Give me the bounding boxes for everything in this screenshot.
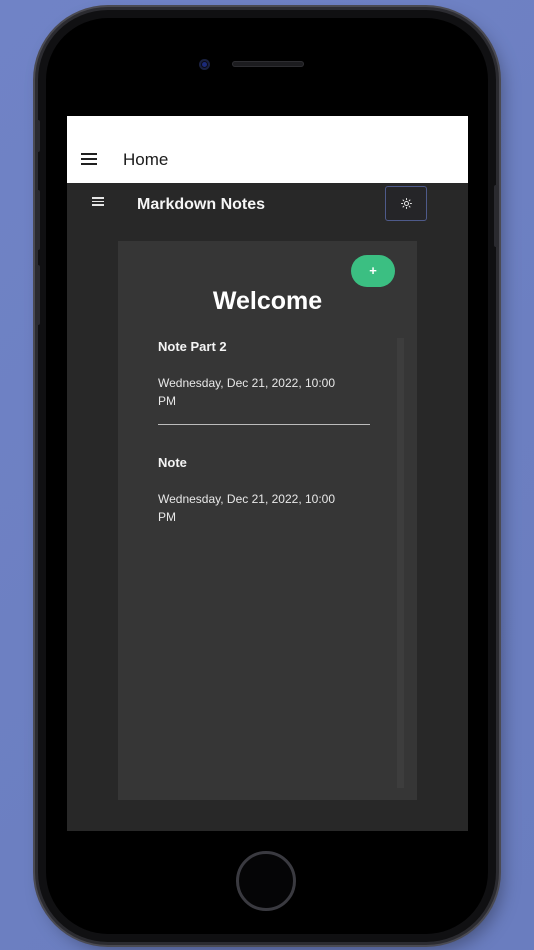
volume-down-button [35,265,40,325]
sidebar-menu-icon[interactable] [92,197,104,206]
app-title: Markdown Notes [137,196,266,213]
note-date: Wednesday, Dec 21, 2022, 10:00 PM [158,376,336,408]
note-title: Note Part 2 [158,339,227,354]
add-note-button[interactable]: + [351,255,395,287]
front-camera [199,59,210,70]
earpiece-speaker [232,61,304,67]
hamburger-menu-icon[interactable] [81,153,97,165]
mute-switch [35,120,40,152]
volume-up-button [35,190,40,250]
scrollbar[interactable] [397,338,404,788]
notes-header: Markdown Notes [67,183,468,235]
power-button [494,185,499,247]
app-bar: Home [67,116,468,183]
note-date: Wednesday, Dec 21, 2022, 10:00 PM [158,492,336,524]
app-screen: Home Markdown Notes + Welcome Note Part … [67,116,468,831]
notes-panel: + Welcome Note Part 2 Wednesday, Dec 21,… [118,241,417,800]
list-item[interactable]: Note Wednesday, Dec 21, 2022, 10:00 PM [158,455,370,526]
theme-toggle-button[interactable] [385,186,427,221]
welcome-heading: Welcome [212,287,323,315]
divider [158,424,370,425]
sun-icon [401,198,412,209]
note-list: Note Part 2 Wednesday, Dec 21, 2022, 10:… [158,339,370,526]
page-title: Home [123,150,169,169]
list-item[interactable]: Note Part 2 Wednesday, Dec 21, 2022, 10:… [158,339,370,410]
note-title: Note [158,455,187,470]
home-button[interactable] [236,851,296,911]
